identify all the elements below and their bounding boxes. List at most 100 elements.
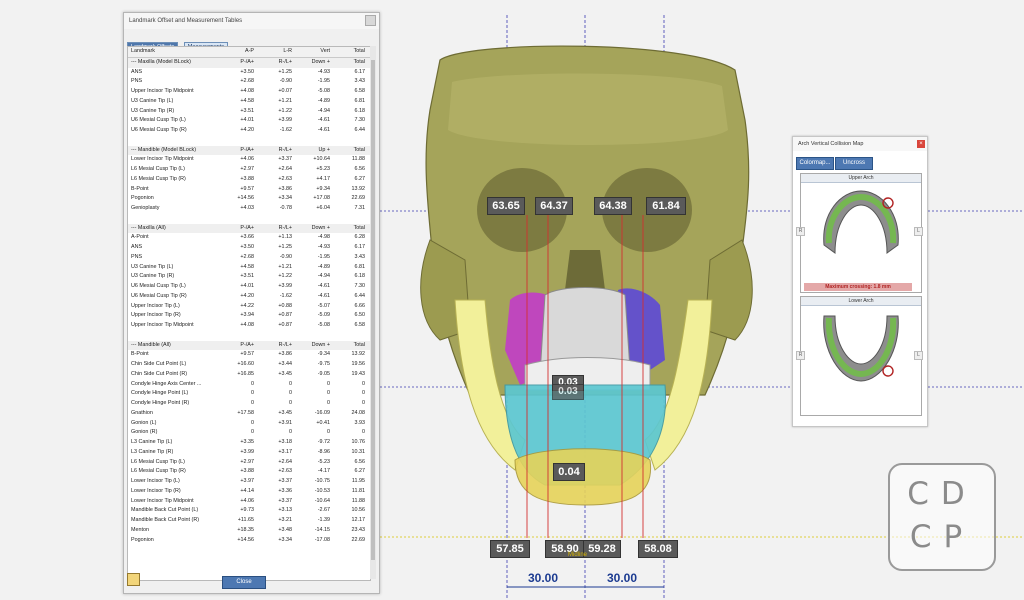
- max-crossing-warning: Maximum crossing: 1.8 mm: [804, 283, 912, 291]
- table-row[interactable]: Mandible Back Cut Point (R) +11.65 +3.21 -1…: [128, 516, 370, 526]
- upper-left-side-label: L: [914, 227, 923, 236]
- table-cell: -16.09: [314, 409, 330, 416]
- table-cell: R-/L+: [278, 58, 292, 65]
- table-row[interactable]: L6 Mesial Cusp Tip (R) +3.88 +2.63 +4.17 6.2…: [128, 175, 370, 185]
- table-cell: -1.62: [279, 127, 292, 133]
- table-cell: +3.37: [278, 478, 292, 484]
- table-cell: R-/L+: [278, 224, 292, 231]
- close-button[interactable]: Close: [222, 576, 266, 589]
- table-row[interactable]: L3 Canine Tip (L) +3.35 +3.18 -9.72 10.76: [128, 438, 370, 448]
- upper-right-side-label: R: [796, 227, 805, 236]
- table-row[interactable]: [128, 135, 370, 146]
- table-row[interactable]: Pogonion +14.56 +3.34 -17.08 22.69: [128, 536, 370, 546]
- table-row[interactable]: Condyle Hinge Axis Center ... 0 0 0 0: [128, 380, 370, 390]
- table-cell: Chin Side Cut Point (R): [131, 370, 188, 377]
- table-cell: 6.50: [354, 312, 366, 319]
- table-cell: [255, 136, 293, 146]
- table-row[interactable]: U6 Mesial Cusp Tip (R) +4.20 -1.62 -4.61 6.4…: [128, 292, 370, 302]
- table-row[interactable]: Gonion (L) 0 +3.91 +0.41 3.93: [128, 419, 370, 429]
- table-row[interactable]: PNS +2.68 -0.90 -1.95 3.43: [128, 253, 370, 263]
- help-icon[interactable]: [127, 573, 140, 586]
- window-close-icon[interactable]: [365, 15, 376, 26]
- table-row[interactable]: L6 Mesial Cusp Tip (R) +3.88 +2.63 -4.17 6.2…: [128, 467, 370, 477]
- table-row[interactable]: Lower Incisor Tip Midpoint +4.06 +3.37 -10.…: [128, 497, 370, 507]
- table-row[interactable]: Upper Incisor Tip Midpoint +4.08 +0.07 -5.0…: [128, 87, 370, 97]
- table-row[interactable]: B-Point +9.57 +3.86 -9.34 13.92: [128, 350, 370, 360]
- table-row[interactable]: Genioplasty +4.03 -0.78 +6.04 7.31: [128, 204, 370, 214]
- table-cell: -9.75: [317, 361, 330, 367]
- table-row[interactable]: U6 Mesial Cusp Tip (L) +4.01 +3.99 -4.61 7.3…: [128, 116, 370, 126]
- table-cell: +9.34: [316, 185, 330, 192]
- table-cell: B-Point: [131, 185, 149, 192]
- table-row[interactable]: Lower Incisor Tip (L) +3.97 +3.37 -10.75 11.…: [128, 477, 370, 487]
- table-cell: 6.18: [354, 273, 366, 280]
- table-cell: 0: [327, 400, 330, 406]
- table-row[interactable]: U3 Canine Tip (R) +3.51 +1.22 -4.94 6.18: [128, 107, 370, 117]
- arch-close-icon[interactable]: ×: [917, 140, 925, 148]
- table-cell: Pogonion: [131, 536, 154, 543]
- table-cell: -1.95: [317, 78, 330, 85]
- table-cell: +3.17: [278, 448, 292, 455]
- table-row[interactable]: Chin Side Cut Point (L) +16.60 +3.44 -9.75 1…: [128, 360, 370, 370]
- table-row[interactable]: Upper Incisor Tip (L) +4.22 +0.88 -5.07 6.66: [128, 302, 370, 312]
- table-cell: 6.56: [354, 458, 366, 465]
- table-row[interactable]: U3 Canine Tip (L) +4.58 +1.21 -4.89 6.81: [128, 263, 370, 273]
- uncross-button[interactable]: Uncross: [835, 157, 873, 170]
- table-row[interactable]: [128, 330, 370, 341]
- table-cell: L6 Mesial Cusp Tip (L): [131, 166, 185, 172]
- table-row[interactable]: Gnathion +17.58 +3.45 -16.09 24.08: [128, 409, 370, 419]
- table-row[interactable]: Upper Incisor Tip (R) +3.94 +0.87 -5.09 6.50: [128, 311, 370, 321]
- table-row[interactable]: B-Point +9.57 +3.86 +9.34 13.92: [128, 185, 370, 195]
- table-cell: Lower Incisor Tip Midpoint: [131, 156, 194, 163]
- table-cell: Gonion (R): [131, 429, 158, 436]
- lower-arch-label: Lower Arch: [801, 297, 921, 306]
- table-cell: U3 Canine Tip (L): [131, 263, 174, 270]
- table-row[interactable]: Upper Incisor Tip Midpoint +4.08 +0.87 -5.0…: [128, 321, 370, 331]
- table-row[interactable]: --- Mandible (All) P-/A+ R-/L+ Down + Total: [128, 340, 370, 351]
- table-row[interactable]: U3 Canine Tip (L) +4.58 +1.21 -4.89 6.81: [128, 97, 370, 107]
- table-row[interactable]: L6 Mesial Cusp Tip (L) +2.97 +2.64 -5.23 6.5…: [128, 458, 370, 468]
- colormap-button[interactable]: Colormap...: [796, 157, 834, 170]
- table-cell: +4.01: [240, 117, 254, 124]
- table-cell: 6.58: [354, 322, 366, 328]
- table-cell: [255, 331, 293, 341]
- table-row[interactable]: Condyle Hinge Point (R) 0 0 0 0: [128, 399, 370, 409]
- table-row[interactable]: U6 Mesial Cusp Tip (L) +4.01 +3.99 -4.61 7.3…: [128, 282, 370, 292]
- table-row[interactable]: Condyle Hinge Point (L) 0 0 0 0: [128, 389, 370, 399]
- table-scrollbar[interactable]: [370, 46, 376, 579]
- table-row[interactable]: Pogonion +14.56 +3.34 +17.08 22.69: [128, 194, 370, 204]
- table-cell: 6.17: [354, 244, 366, 250]
- table-cell: Mandible Back Cut Point (L): [131, 507, 199, 514]
- table-row[interactable]: Lower Incisor Tip Midpoint +4.06 +3.37 +10.…: [128, 155, 370, 165]
- table-cell: +1.21: [278, 263, 292, 270]
- table-row[interactable]: ANS +3.50 +1.25 -4.93 6.17: [128, 243, 370, 253]
- table-cell: 0: [289, 380, 292, 387]
- table-row[interactable]: --- Maxilla (All) P-/A+ R-/L+ Down + Total: [128, 223, 370, 234]
- table-row[interactable]: Mandible Back Cut Point (L) +9.73 +3.13 -2.…: [128, 506, 370, 516]
- table-cell: [293, 331, 331, 341]
- table-row[interactable]: ANS +3.50 +1.25 -4.93 6.17: [128, 68, 370, 78]
- scroll-thumb[interactable]: [371, 60, 375, 560]
- table-cell: U6 Mesial Cusp Tip (R): [131, 127, 187, 133]
- table-row[interactable]: A-Point +3.66 +1.13 -4.98 6.28: [128, 233, 370, 243]
- table-row[interactable]: L3 Canine Tip (R) +3.99 +3.17 -8.96 10.31: [128, 448, 370, 458]
- table-row[interactable]: Gonion (R) 0 0 0 0: [128, 428, 370, 438]
- table-row[interactable]: U6 Mesial Cusp Tip (R) +4.20 -1.62 -4.61 6.4…: [128, 126, 370, 136]
- table-row[interactable]: [128, 213, 370, 224]
- table-row[interactable]: U3 Canine Tip (R) +3.51 +1.22 -4.94 6.18: [128, 272, 370, 282]
- table-cell: 0: [251, 429, 254, 436]
- table-row[interactable]: Lower Incisor Tip (R) +4.14 +3.36 -10.53 11.…: [128, 487, 370, 497]
- table-row[interactable]: PNS +2.68 -0.90 -1.95 3.43: [128, 77, 370, 87]
- table-cell: Upper Incisor Tip Midpoint: [131, 88, 194, 94]
- table-cell: +0.41: [316, 419, 330, 426]
- table-row[interactable]: Chin Side Cut Point (R) +16.85 +3.45 -9.05 1…: [128, 370, 370, 380]
- table-cell: +2.97: [240, 458, 254, 465]
- dimension-right: 30.00: [607, 571, 638, 585]
- table-row[interactable]: L6 Mesial Cusp Tip (L) +2.97 +2.64 +5.23 6.5…: [128, 165, 370, 175]
- table-row[interactable]: Menton +18.35 +3.48 -14.15 23.43: [128, 526, 370, 536]
- table-cell: +3.34: [278, 536, 292, 543]
- table-cell: +3.99: [278, 117, 292, 124]
- table-row[interactable]: --- Mandible (Model BLock) P-/A+ R-/L+ Up +…: [128, 145, 370, 156]
- table-cell: [128, 331, 217, 341]
- table-row[interactable]: --- Maxilla (Model BLock) P-/A+ R-/L+ Down …: [128, 57, 370, 68]
